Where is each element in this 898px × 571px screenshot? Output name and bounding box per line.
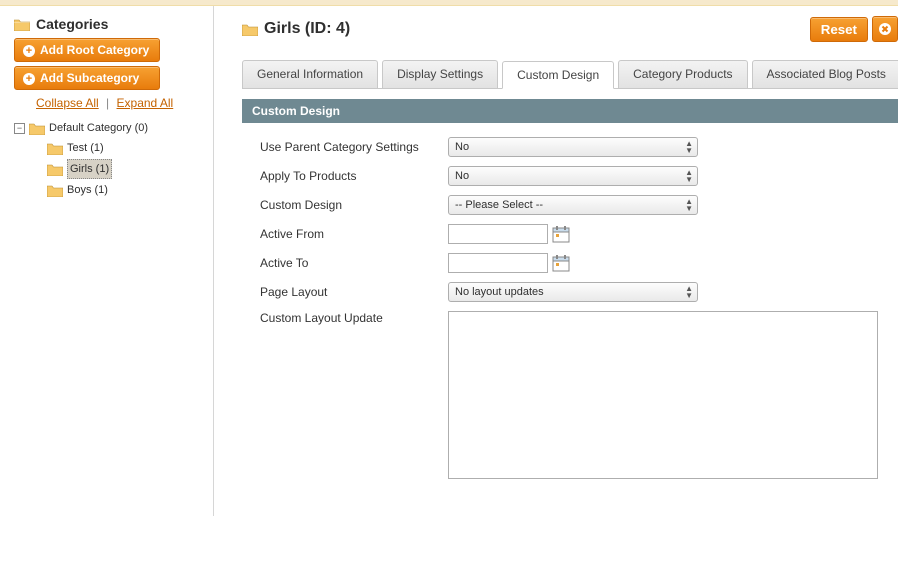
- reset-button[interactable]: Reset: [810, 17, 868, 42]
- close-icon: [878, 22, 892, 36]
- tree-node-label: Default Category (0): [49, 119, 148, 137]
- folder-icon: [242, 23, 258, 36]
- tree-item-boys[interactable]: Boys (1): [32, 180, 207, 200]
- tree-item-girls[interactable]: Girls (1): [32, 158, 207, 180]
- sidebar-title: Categories: [14, 16, 207, 32]
- select-use-parent[interactable]: No ▲▼: [448, 137, 698, 157]
- tree-node-label: Boys (1): [67, 181, 108, 199]
- tree-root[interactable]: − Default Category (0): [14, 118, 207, 138]
- chevron-updown-icon: ▲▼: [685, 285, 693, 299]
- delete-button[interactable]: [872, 16, 898, 42]
- folder-icon: [47, 142, 63, 155]
- input-active-to[interactable]: [448, 253, 548, 273]
- sidebar-title-text: Categories: [36, 16, 108, 32]
- chevron-updown-icon: ▲▼: [685, 140, 693, 154]
- calendar-icon[interactable]: [552, 254, 570, 272]
- label-page-layout: Page Layout: [260, 285, 448, 299]
- tabs: General Information Display Settings Cus…: [242, 60, 898, 89]
- tab-display-settings[interactable]: Display Settings: [382, 60, 498, 88]
- tree-item-test[interactable]: Test (1): [32, 138, 207, 158]
- plus-icon: +: [23, 73, 35, 85]
- folder-icon: [14, 18, 30, 31]
- label-use-parent: Use Parent Category Settings: [260, 140, 448, 154]
- section-header: Custom Design: [242, 99, 898, 123]
- main-content: Girls (ID: 4) Reset General Information …: [214, 6, 898, 516]
- textarea-layout-update[interactable]: [448, 311, 878, 479]
- tab-category-products[interactable]: Category Products: [618, 60, 747, 88]
- tree-toggle-icon[interactable]: −: [14, 123, 25, 134]
- folder-icon: [47, 163, 63, 176]
- tree-node-label: Test (1): [67, 139, 104, 157]
- tab-general-information[interactable]: General Information: [242, 60, 378, 88]
- label-active-from: Active From: [260, 227, 448, 241]
- label-custom-design: Custom Design: [260, 198, 448, 212]
- plus-icon: +: [23, 45, 35, 57]
- select-custom-design[interactable]: -- Please Select -- ▲▼: [448, 195, 698, 215]
- form: Use Parent Category Settings No ▲▼ Apply…: [242, 123, 898, 479]
- input-active-from[interactable]: [448, 224, 548, 244]
- sidebar: Categories +Add Root Category +Add Subca…: [0, 6, 214, 516]
- expand-all-link[interactable]: Expand All: [117, 96, 174, 110]
- select-apply-products[interactable]: No ▲▼: [448, 166, 698, 186]
- folder-icon: [29, 122, 45, 135]
- label-active-to: Active To: [260, 256, 448, 270]
- label-apply-products: Apply To Products: [260, 169, 448, 183]
- collapse-all-link[interactable]: Collapse All: [36, 96, 99, 110]
- tab-custom-design[interactable]: Custom Design: [502, 61, 614, 89]
- page-title: Girls (ID: 4): [242, 20, 350, 38]
- calendar-icon[interactable]: [552, 225, 570, 243]
- select-page-layout[interactable]: No layout updates ▲▼: [448, 282, 698, 302]
- add-subcategory-button[interactable]: +Add Subcategory: [14, 66, 160, 90]
- page-title-text: Girls (ID: 4): [264, 20, 350, 38]
- chevron-updown-icon: ▲▼: [685, 198, 693, 212]
- tab-associated-blog-posts[interactable]: Associated Blog Posts: [752, 60, 898, 88]
- separator: |: [106, 96, 109, 110]
- folder-icon: [47, 184, 63, 197]
- label-layout-update: Custom Layout Update: [260, 311, 448, 325]
- chevron-updown-icon: ▲▼: [685, 169, 693, 183]
- add-root-category-button[interactable]: +Add Root Category: [14, 38, 160, 62]
- category-tree: − Default Category (0) Test (1) Girls (1…: [14, 118, 207, 200]
- tree-node-label: Girls (1): [67, 159, 112, 179]
